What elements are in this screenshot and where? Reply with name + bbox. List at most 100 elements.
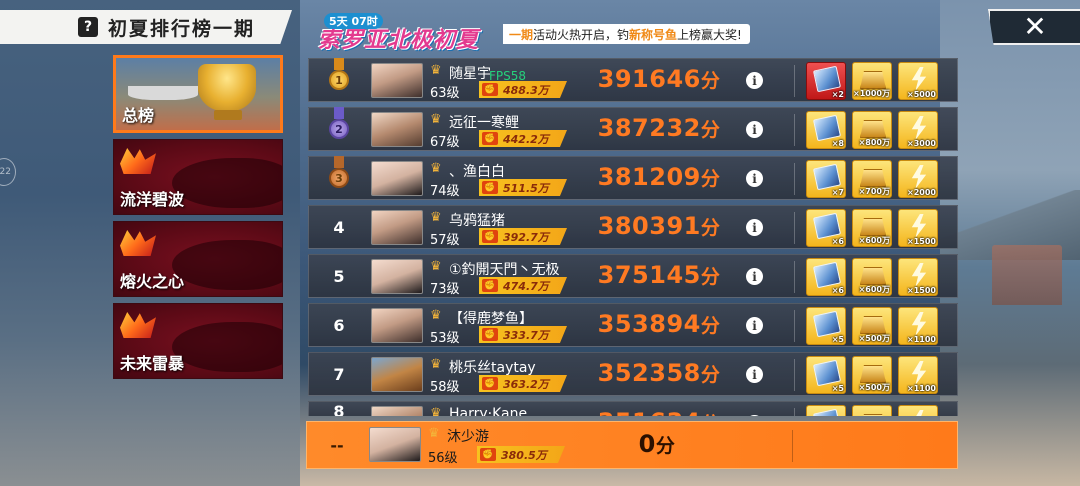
reward-energy[interactable]: ×2000 xyxy=(898,160,938,198)
avatar[interactable] xyxy=(371,210,423,245)
close-button[interactable]: ✕ xyxy=(988,9,1080,45)
tab-ocean-wave[interactable]: 流洋碧波 xyxy=(113,139,283,215)
info-icon[interactable]: i xyxy=(746,121,763,138)
flame-badge-icon xyxy=(120,148,156,174)
lightning-icon xyxy=(911,263,927,287)
reward-energy[interactable]: ×1100 xyxy=(898,307,938,345)
reward-energy[interactable]: ×1500 xyxy=(898,258,938,296)
crown-icon: ♛ xyxy=(428,426,440,441)
reward-gold[interactable]: ×800万 xyxy=(852,111,892,149)
reward-quantity: ×2 xyxy=(831,90,844,99)
rank-number: 1 xyxy=(335,73,343,87)
player-level: 73级 xyxy=(430,282,460,297)
reward-gold[interactable]: ×700万 xyxy=(852,160,892,198)
lightning-icon xyxy=(911,165,927,189)
reward-gold[interactable]: ×500万 xyxy=(852,356,892,394)
info-icon[interactable]: i xyxy=(746,415,763,416)
reward-energy[interactable]: ×5000 xyxy=(898,62,938,100)
help-icon[interactable]: ? xyxy=(78,17,98,37)
gold-bar-icon xyxy=(860,218,886,236)
reward-card-pack[interactable]: ×7 xyxy=(806,160,846,198)
player-level: 63级 xyxy=(430,86,460,101)
leaderboard-list[interactable]: 1 ♛ 随星宇 63级 ✊ 488.3万 391646分 i ×2 ×1000万 ×5000 FPS5… xyxy=(308,58,958,416)
avatar[interactable] xyxy=(369,427,421,462)
reward-card-pack[interactable]: ×6 xyxy=(806,209,846,247)
tab-overall[interactable]: 总榜 xyxy=(113,55,283,133)
info-icon[interactable]: i xyxy=(746,268,763,285)
leaderboard-row[interactable]: 1 ♛ 随星宇 63级 ✊ 488.3万 391646分 i ×2 ×1000万 ×5000 FPS5… xyxy=(308,58,958,102)
leaderboard-row[interactable]: 6 ♛ 【得鹿梦鱼】 53级 ✊ 333.7万 353894分 i ×5 ×500万 ×1100 xyxy=(308,303,958,347)
rank-number: 2 xyxy=(335,122,343,136)
reward-card-pack[interactable] xyxy=(806,405,846,416)
card-pack-icon xyxy=(812,359,842,387)
crown-icon: ♛ xyxy=(430,357,442,372)
avatar[interactable] xyxy=(371,112,423,147)
power-badge: ✊ 380.5万 xyxy=(477,446,565,463)
player-level: 67级 xyxy=(430,135,460,150)
divider xyxy=(794,212,795,244)
info-icon[interactable]: i xyxy=(746,72,763,89)
reward-quantity: ×1100 xyxy=(907,335,936,344)
player-name: 乌鸦猛猪 xyxy=(449,213,505,229)
reward-card-pack[interactable]: ×2 xyxy=(806,62,846,100)
reward-quantity: ×800万 xyxy=(858,138,890,147)
rank-number: 7 xyxy=(333,364,345,384)
power-badge: ✊ 442.2万 xyxy=(479,130,567,147)
reward-energy[interactable] xyxy=(898,405,938,416)
leaderboard-row[interactable]: 8 ♛ Harry·Kane 351634分 i xyxy=(308,401,958,416)
score-value: 381209 xyxy=(597,163,701,191)
score: 380391分 xyxy=(579,212,739,240)
tab-future-storm[interactable]: 未来雷暴 xyxy=(113,303,283,379)
tab-label: 未来雷暴 xyxy=(120,354,185,373)
player-level: 57级 xyxy=(430,233,460,248)
info-icon[interactable]: i xyxy=(746,170,763,187)
leaderboard-row[interactable]: 4 ♛ 乌鸦猛猪 57级 ✊ 392.7万 380391分 i ×6 ×600万 ×1500 xyxy=(308,205,958,249)
reward-quantity: ×5000 xyxy=(907,90,936,99)
avatar[interactable] xyxy=(371,308,423,343)
lightning-icon xyxy=(911,214,927,238)
avatar[interactable] xyxy=(371,357,423,392)
medal-ribbon xyxy=(334,107,344,119)
info-icon[interactable]: i xyxy=(746,317,763,334)
reward-gold[interactable]: ×600万 xyxy=(852,209,892,247)
score-value: 380391 xyxy=(597,212,701,240)
leaderboard-row[interactable]: 5 ♛ ①釣開天門丶无极 73级 ✊ 474.7万 375145分 i ×6 ×600万 ×1500 xyxy=(308,254,958,298)
rank-number: 5 xyxy=(333,266,345,286)
score-value: 353894 xyxy=(597,310,701,338)
info-icon[interactable]: i xyxy=(746,366,763,383)
reward-quantity: ×5 xyxy=(831,384,844,393)
avatar[interactable] xyxy=(371,161,423,196)
score-value: 387232 xyxy=(597,114,701,142)
tab-label: 熔火之心 xyxy=(120,272,185,291)
reward-gold[interactable] xyxy=(852,405,892,416)
avatar[interactable] xyxy=(371,63,423,98)
card-pack-icon xyxy=(812,261,842,289)
leaderboard-row[interactable]: 2 ♛ 远征一寒鲤 67级 ✊ 442.2万 387232分 i ×8 ×800万 ×3000 xyxy=(308,107,958,151)
tab-molten-heart[interactable]: 熔火之心 xyxy=(113,221,283,297)
avatar[interactable] xyxy=(371,259,423,294)
divider xyxy=(794,261,795,293)
reward-card-pack[interactable]: ×5 xyxy=(806,356,846,394)
reward-gold[interactable]: ×600万 xyxy=(852,258,892,296)
score: 391646分 xyxy=(579,65,739,93)
reward-card-pack[interactable]: ×5 xyxy=(806,307,846,345)
power-value: 380.5万 xyxy=(501,448,547,462)
leaderboard-row[interactable]: 3 ♛ 、渔白白 74级 ✊ 511.5万 381209分 i ×7 ×700万 ×2000 xyxy=(308,156,958,200)
power-badge: ✊ 474.7万 xyxy=(479,277,567,294)
reward-energy[interactable]: ×1500 xyxy=(898,209,938,247)
reward-quantity: ×6 xyxy=(831,237,844,246)
flame-badge-icon xyxy=(120,312,156,338)
avatar[interactable] xyxy=(371,406,423,416)
event-description: 一期 活动火热开启，钓 新称号鱼 上榜赢大奖! xyxy=(503,24,750,44)
reward-energy[interactable]: ×1100 xyxy=(898,356,938,394)
leaderboard-row[interactable]: 7 ♛ 桃乐丝taytay 58级 ✊ 363.2万 352358分 i ×5 ×500万 ×110… xyxy=(308,352,958,396)
rank-cell: 2 xyxy=(309,107,369,150)
background-right xyxy=(940,0,1080,486)
reward-gold[interactable]: ×1000万 xyxy=(852,62,892,100)
reward-card-pack[interactable]: ×6 xyxy=(806,258,846,296)
reward-gold[interactable]: ×500万 xyxy=(852,307,892,345)
reward-energy[interactable]: ×3000 xyxy=(898,111,938,149)
info-icon[interactable]: i xyxy=(746,219,763,236)
reward-card-pack[interactable]: ×8 xyxy=(806,111,846,149)
lightning-icon xyxy=(911,67,927,91)
